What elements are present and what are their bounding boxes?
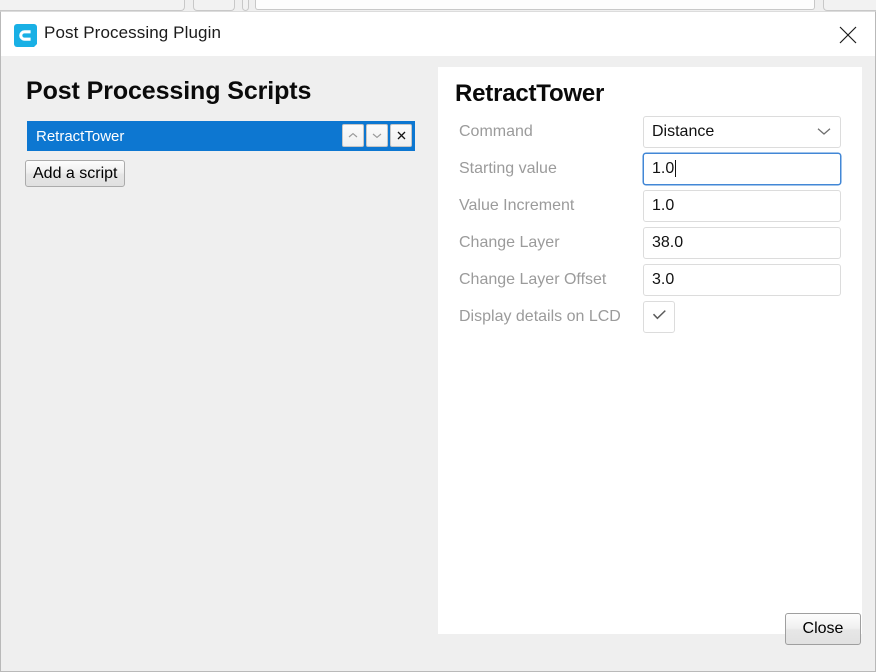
background-tab <box>0 0 185 11</box>
change-layer-input[interactable]: 38.0 <box>643 226 841 259</box>
close-small-icon[interactable] <box>390 124 412 147</box>
field-label: Display details on LCD <box>459 307 621 325</box>
field-label: Starting value <box>459 159 557 177</box>
form-row-value-increment: Value Increment 1.0 <box>438 187 862 224</box>
dialog-footer: Close <box>1 599 875 671</box>
field-label: Command <box>459 122 533 140</box>
field-control <box>643 300 675 333</box>
chevron-up-icon[interactable] <box>342 124 364 147</box>
starting-value-text: 1.0 <box>652 159 675 177</box>
display-details-checkbox[interactable] <box>643 300 675 333</box>
scripts-list: RetractTower <box>27 121 415 151</box>
script-settings-card: RetractTower Command Distance Starting v… <box>438 67 862 634</box>
field-control: 38.0 <box>643 226 841 259</box>
script-name: RetractTower <box>36 127 125 145</box>
dialog-body: Post Processing Scripts RetractTower Add… <box>1 56 875 671</box>
background-tab <box>823 0 876 11</box>
chevron-down-icon[interactable] <box>366 124 388 147</box>
chevron-down-icon <box>817 123 831 141</box>
value-increment-input[interactable]: 1.0 <box>643 189 841 222</box>
check-icon <box>652 308 667 326</box>
background-tab <box>242 0 249 11</box>
field-control: 3.0 <box>643 263 841 296</box>
list-item[interactable]: RetractTower <box>27 121 415 151</box>
add-script-button[interactable]: Add a script <box>25 160 126 187</box>
field-label: Value Increment <box>459 196 575 214</box>
text-caret <box>675 160 677 177</box>
script-title: RetractTower <box>455 80 605 107</box>
form-row-display-details: Display details on LCD <box>438 298 862 335</box>
starting-value-input[interactable]: 1.0 <box>643 152 841 185</box>
settings-form: Command Distance Starting value 1.0 Valu… <box>438 113 862 335</box>
post-processing-dialog: Post Processing Plugin Post Processing S… <box>0 11 876 672</box>
scripts-panel: Post Processing Scripts RetractTower Add… <box>1 56 438 671</box>
form-row-change-layer-offset: Change Layer Offset 3.0 <box>438 261 862 298</box>
field-label: Change Layer Offset <box>459 270 607 288</box>
command-select-value: Distance <box>652 122 715 140</box>
background-tab <box>193 0 235 11</box>
field-control: Distance <box>643 115 841 148</box>
background-toolbar <box>255 0 815 10</box>
script-row-actions <box>342 124 412 147</box>
form-row-starting-value: Starting value 1.0 <box>438 150 862 187</box>
form-row-command: Command Distance <box>438 113 862 150</box>
field-label: Change Layer <box>459 233 560 251</box>
change-layer-offset-input[interactable]: 3.0 <box>643 263 841 296</box>
close-button[interactable]: Close <box>785 613 861 645</box>
field-control: 1.0 <box>643 189 841 222</box>
title-bar: Post Processing Plugin <box>1 12 875 56</box>
cura-logo-icon <box>14 24 37 47</box>
field-control: 1.0 <box>643 152 841 185</box>
page-title: Post Processing Scripts <box>26 77 312 105</box>
close-icon[interactable] <box>827 17 869 53</box>
form-row-change-layer: Change Layer 38.0 <box>438 224 862 261</box>
command-select[interactable]: Distance <box>643 115 841 148</box>
window-title: Post Processing Plugin <box>44 23 222 42</box>
